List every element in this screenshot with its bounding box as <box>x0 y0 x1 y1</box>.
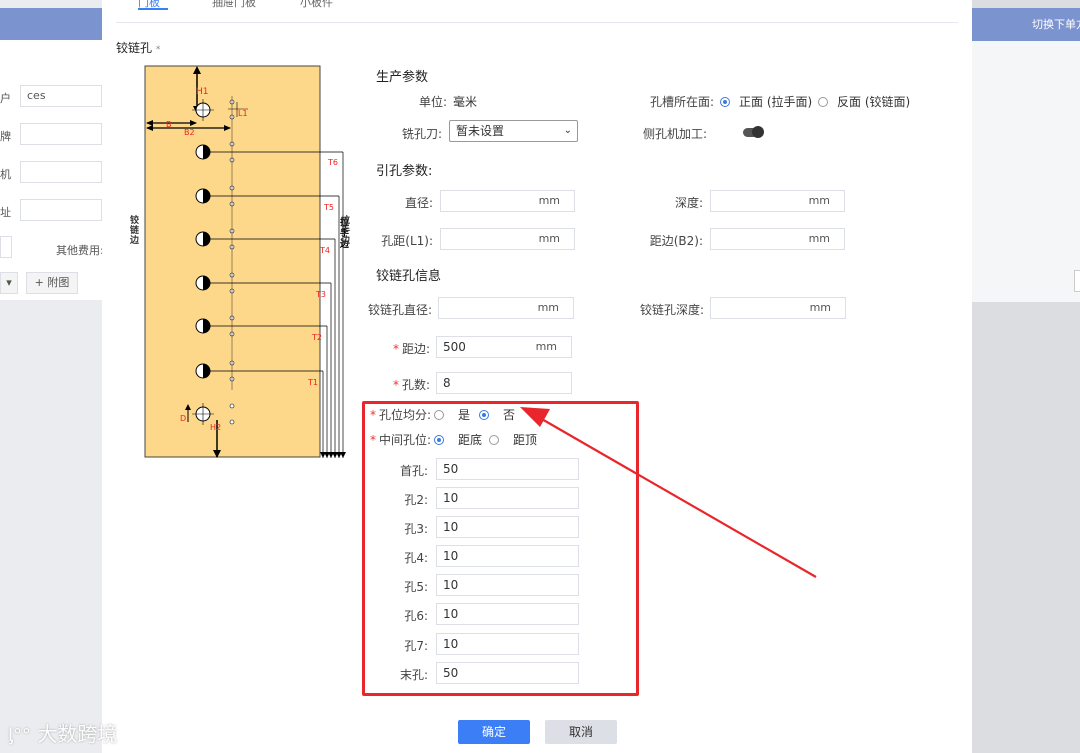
t1-label: T1 <box>307 378 318 387</box>
background-label-customer: 户 <box>0 92 11 105</box>
pilot-diameter-input[interactable]: mm <box>440 190 575 212</box>
hole-input-6[interactable]: 10 <box>436 603 579 625</box>
hole-input-8[interactable]: 50 <box>436 662 579 684</box>
t6-label: T6 <box>327 158 338 167</box>
background-other-fee-label: 其他费用: <box>56 244 104 257</box>
chevron-down-icon: ⌄ <box>563 125 572 136</box>
t2-label: T2 <box>311 333 322 342</box>
hole-label-7: 孔7: <box>404 639 428 653</box>
hole-label-6: 孔6: <box>404 609 428 623</box>
hinge-depth-label: 铰链孔深度: <box>640 303 705 317</box>
pilot-edge-label: 距边(B2): <box>649 234 703 248</box>
tab-door-panel[interactable]: 门板 <box>138 0 160 12</box>
t5-label: T5 <box>323 203 334 212</box>
hinge-count-input[interactable]: 8 <box>436 372 572 394</box>
background-customer-input[interactable]: ces <box>20 85 102 107</box>
middle-position-label: * 中间孔位: <box>370 433 432 447</box>
background-brand-input[interactable] <box>20 123 102 145</box>
hinge-edge-input[interactable]: 500 mm <box>436 336 572 358</box>
tab-small-parts[interactable]: 小板件 <box>300 0 333 12</box>
tab-divider <box>116 22 958 23</box>
face-back-label[interactable]: 反面 (铰链面) <box>837 93 910 110</box>
hole-label-5: 孔5: <box>404 580 428 594</box>
t3-label: T3 <box>315 290 326 299</box>
b2-label: B2 <box>184 128 195 137</box>
watermark: ᶅ°° 大数跨境 <box>8 722 118 746</box>
middle-top-radio[interactable] <box>489 432 499 446</box>
unit-value: 毫米 <box>453 95 478 109</box>
hinge-diagram: H1 L1 B B2 T6 T5 T4 T3 T2 T1 D H2 拉 手 边 <box>144 65 350 458</box>
hinge-edge-label-field: * 距边: <box>392 342 430 356</box>
hinge-section-title: 铰链孔 * <box>116 41 161 55</box>
cancel-button[interactable]: 取消 <box>545 720 617 744</box>
confirm-button[interactable]: 确定 <box>458 720 530 744</box>
hole-input-7[interactable]: 10 <box>436 633 579 655</box>
d-label: D <box>180 414 186 423</box>
watermark-logo-icon: ᶅ°° <box>8 725 32 746</box>
active-tab-indicator <box>138 8 168 10</box>
handle-edge-label: 拉手边 <box>341 216 351 246</box>
tab-drawer-panel[interactable]: 抽屉门板 <box>212 0 256 12</box>
background-label-machine: 机 <box>0 168 11 181</box>
hinge-count-label: * 孔数: <box>392 378 430 392</box>
h2-label: H2 <box>210 423 221 432</box>
hole-label-3: 孔3: <box>404 522 428 536</box>
hole-label-4: 孔4: <box>404 551 428 565</box>
production-params-title: 生产参数 <box>376 70 429 85</box>
hinge-diameter-input[interactable]: mm <box>438 297 574 319</box>
side-hole-label: 侧孔机加工: <box>642 127 707 141</box>
even-no-radio[interactable] <box>479 407 489 421</box>
background-right-content <box>972 40 1080 302</box>
hinge-info-title: 铰链孔信息 <box>376 269 442 284</box>
h1-label: H1 <box>196 87 209 97</box>
annotation-arrow <box>520 407 817 578</box>
slot-face-label: 孔槽所在面: <box>649 95 714 109</box>
background-label-brand: 牌 <box>0 130 11 143</box>
hinge-depth-input[interactable]: mm <box>710 297 846 319</box>
face-back-radio[interactable] <box>818 94 828 108</box>
background-header-bar <box>0 8 102 40</box>
hole-label-8: 末孔: <box>399 668 428 682</box>
pilot-edge-input[interactable]: mm <box>710 228 845 250</box>
hinge-diameter-label: 铰链孔直径: <box>367 303 432 317</box>
pilot-diameter-label: 直径: <box>404 196 433 210</box>
pilot-params-title: 引孔参数: <box>376 164 433 179</box>
l1-label: L1 <box>238 109 248 118</box>
even-yes-radio[interactable] <box>434 407 444 421</box>
face-front-label[interactable]: 正面 (拉手面) <box>739 93 812 110</box>
background-label-address: 址 <box>0 206 11 219</box>
pilot-distance-input[interactable]: mm <box>440 228 575 250</box>
pilot-depth-label: 深度: <box>674 196 703 210</box>
side-hole-toggle[interactable] <box>743 126 764 138</box>
background-machine-input[interactable] <box>20 161 102 183</box>
unit-label: 单位: <box>418 95 447 109</box>
background-address-input[interactable] <box>20 199 102 221</box>
pilot-depth-input[interactable]: mm <box>710 190 845 212</box>
background-attach-button[interactable]: + 附图 <box>26 272 78 294</box>
background-dropdown-button[interactable]: ▾ <box>0 272 18 294</box>
face-front-radio[interactable] <box>720 94 730 108</box>
switch-order-button[interactable]: 切换下单方 <box>972 8 1080 41</box>
even-yes-label[interactable]: 是 <box>458 406 470 423</box>
even-split-label: * 孔位均分: <box>370 408 432 422</box>
middle-bottom-radio[interactable] <box>434 432 444 446</box>
middle-bottom-label[interactable]: 距底 <box>458 431 482 448</box>
hinge-edge-label: 铰链边 <box>130 216 140 246</box>
pilot-distance-label: 孔距(L1): <box>381 234 433 248</box>
t4-label: T4 <box>319 246 330 255</box>
hole-label-1: 首孔: <box>399 464 428 478</box>
background-scroll-handle[interactable] <box>1074 270 1080 292</box>
cutter-label: 铣孔刀: <box>401 127 442 141</box>
background-small-input[interactable] <box>0 236 12 258</box>
cutter-select[interactable]: 暂未设置 ⌄ <box>449 120 578 142</box>
hole-label-2: 孔2: <box>404 493 428 507</box>
